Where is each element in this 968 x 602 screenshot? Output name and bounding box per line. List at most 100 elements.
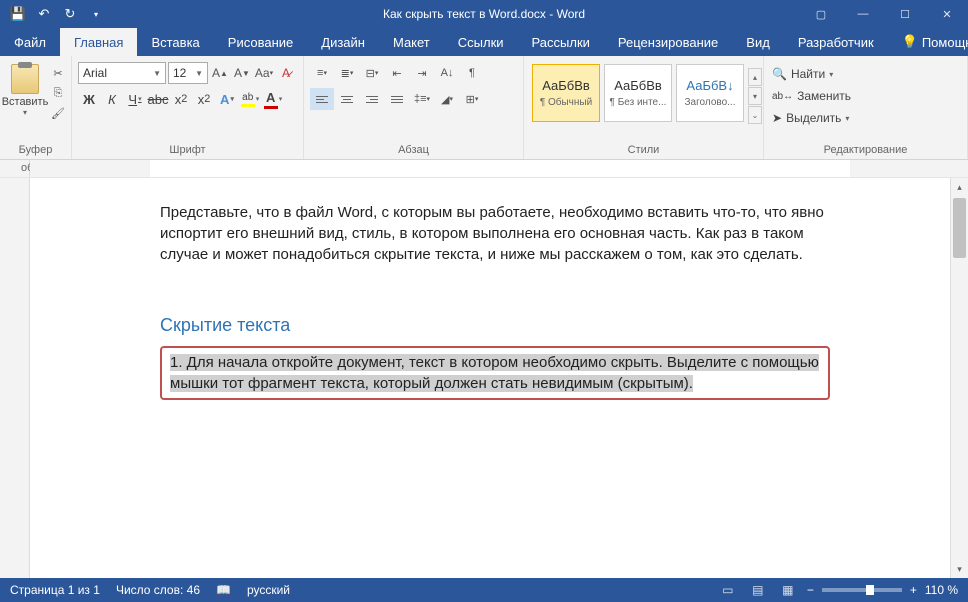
increase-indent-icon[interactable]: ⇥	[410, 62, 434, 84]
ribbon-options-icon[interactable]: ▢	[800, 0, 842, 28]
bullets-icon[interactable]: ≡▾	[310, 62, 334, 84]
scroll-down-icon[interactable]: ▾	[951, 560, 968, 578]
scroll-up-icon[interactable]: ▴	[951, 178, 968, 196]
search-icon: 🔍	[772, 67, 787, 81]
vertical-scrollbar[interactable]: ▴ ▾	[950, 178, 968, 578]
page[interactable]: Представьте, что в файл Word, с которым …	[30, 178, 950, 578]
window-title: Как скрыть текст в Word.docx - Word	[383, 7, 585, 21]
qat-more-icon[interactable]: ▾	[84, 2, 108, 26]
italic-button[interactable]: К	[101, 88, 123, 110]
font-color-icon[interactable]: A▾	[262, 88, 284, 110]
tab-layout[interactable]: Макет	[379, 28, 444, 56]
style-normal[interactable]: АаБбВв ¶ Обычный	[532, 64, 600, 122]
group-paragraph: ≡▾ ≣▾ ⊟▾ ⇤ ⇥ A↓ ¶ ‡≡▾ ◢▾ ⊞▾ Абзац	[304, 56, 524, 159]
vertical-ruler[interactable]	[0, 178, 30, 578]
superscript-button[interactable]: x2	[193, 88, 215, 110]
styles-up-icon[interactable]: ▴	[748, 68, 762, 86]
group-font: Arial▼ 12▼ A▲ A▼ Aa▾ A̷ Ж К Ч▾ abc x2 x2…	[72, 56, 304, 159]
style-no-spacing[interactable]: АаБбВв ¶ Без инте...	[604, 64, 672, 122]
find-button[interactable]: 🔍Найти▾	[772, 64, 851, 84]
group-clipboard: Вставить ▾ ✂ ⎘ 🖌 Буфер обм...	[0, 56, 72, 159]
line-spacing-icon[interactable]: ‡≡▾	[410, 88, 434, 110]
group-label: Редактирование	[768, 141, 963, 159]
paragraph-text[interactable]: Представьте, что в файл Word, с которым …	[160, 202, 830, 265]
highlight-icon[interactable]: ab▾	[239, 88, 261, 110]
style-heading1[interactable]: АаБбВ↓ Заголово...	[676, 64, 744, 122]
font-size-combo[interactable]: 12▼	[168, 62, 208, 84]
shading-icon[interactable]: ◢▾	[435, 88, 459, 110]
clear-format-icon[interactable]: A̷	[276, 62, 296, 84]
underline-button[interactable]: Ч▾	[124, 88, 146, 110]
numbering-icon[interactable]: ≣▾	[335, 62, 359, 84]
subscript-button[interactable]: x2	[170, 88, 192, 110]
justify-icon[interactable]	[385, 88, 409, 110]
sort-icon[interactable]: A↓	[435, 62, 459, 84]
spellcheck-icon[interactable]: 📖	[216, 583, 231, 597]
strike-button[interactable]: abc	[147, 88, 169, 110]
minimize-icon[interactable]: ―	[842, 0, 884, 28]
shrink-font-icon[interactable]: A▼	[232, 62, 252, 84]
undo-icon[interactable]: ↶	[32, 2, 56, 26]
language-indicator[interactable]: русский	[247, 583, 290, 597]
selected-text[interactable]: 1. Для начала откройте документ, текст в…	[170, 352, 820, 394]
redo-icon[interactable]: ↻	[58, 2, 82, 26]
show-marks-icon[interactable]: ¶	[460, 62, 484, 84]
tab-design[interactable]: Дизайн	[307, 28, 379, 56]
font-name-combo[interactable]: Arial▼	[78, 62, 166, 84]
group-label: Шрифт	[76, 141, 299, 159]
page-indicator[interactable]: Страница 1 из 1	[10, 583, 100, 597]
zoom-level[interactable]: 110 %	[925, 583, 958, 597]
replace-button[interactable]: ab↔Заменить	[772, 86, 851, 106]
save-icon[interactable]: 💾	[6, 2, 30, 26]
close-icon[interactable]: ✕	[926, 0, 968, 28]
word-count[interactable]: Число слов: 46	[116, 583, 200, 597]
read-mode-icon[interactable]: ▭	[717, 581, 739, 599]
chevron-down-icon: ▼	[195, 69, 203, 78]
group-label: Абзац	[308, 141, 519, 159]
styles-more-icon[interactable]: ⌄	[748, 106, 762, 124]
format-painter-icon[interactable]: 🖌	[48, 104, 68, 122]
heading-text[interactable]: Скрытие текста	[160, 313, 830, 338]
copy-icon[interactable]: ⎘	[48, 84, 68, 102]
group-editing: 🔍Найти▾ ab↔Заменить ➤Выделить▾ Редактиро…	[764, 56, 968, 159]
text-effects-icon[interactable]: A▾	[216, 88, 238, 110]
align-left-icon[interactable]	[310, 88, 334, 110]
cut-icon[interactable]: ✂	[48, 64, 68, 82]
borders-icon[interactable]: ⊞▾	[460, 88, 484, 110]
select-button[interactable]: ➤Выделить▾	[772, 108, 851, 128]
grow-font-icon[interactable]: A▲	[210, 62, 230, 84]
zoom-out-icon[interactable]: −	[807, 583, 814, 597]
change-case-icon[interactable]: Aa▾	[254, 62, 274, 84]
print-layout-icon[interactable]: ▤	[747, 581, 769, 599]
selection-highlight: 1. Для начала откройте документ, текст в…	[160, 346, 830, 400]
decrease-indent-icon[interactable]: ⇤	[385, 62, 409, 84]
tab-view[interactable]: Вид	[732, 28, 784, 56]
scroll-thumb[interactable]	[953, 198, 966, 258]
tab-mailings[interactable]: Рассылки	[518, 28, 604, 56]
bulb-icon: 💡	[902, 34, 918, 50]
tab-draw[interactable]: Рисование	[214, 28, 307, 56]
web-layout-icon[interactable]: ▦	[777, 581, 799, 599]
tell-me[interactable]: 💡Помощн	[888, 28, 968, 56]
paste-icon	[11, 64, 39, 94]
tab-file[interactable]: Файл	[0, 28, 60, 56]
multilevel-icon[interactable]: ⊟▾	[360, 62, 384, 84]
zoom-in-icon[interactable]: +	[910, 583, 917, 597]
ruler[interactable]	[0, 160, 968, 178]
paste-button[interactable]: Вставить ▾	[4, 60, 46, 117]
cursor-icon: ➤	[772, 111, 782, 125]
chevron-down-icon: ▾	[23, 108, 27, 117]
align-center-icon[interactable]	[335, 88, 359, 110]
maximize-icon[interactable]: ☐	[884, 0, 926, 28]
group-label: Стили	[528, 141, 759, 159]
tab-references[interactable]: Ссылки	[444, 28, 518, 56]
zoom-slider[interactable]	[822, 588, 902, 592]
tab-home[interactable]: Главная	[60, 28, 137, 56]
tab-insert[interactable]: Вставка	[137, 28, 213, 56]
styles-down-icon[interactable]: ▾	[748, 87, 762, 105]
align-right-icon[interactable]	[360, 88, 384, 110]
bold-button[interactable]: Ж	[78, 88, 100, 110]
group-label: Буфер обм...	[4, 141, 67, 159]
tab-review[interactable]: Рецензирование	[604, 28, 732, 56]
tab-developer[interactable]: Разработчик	[784, 28, 888, 56]
